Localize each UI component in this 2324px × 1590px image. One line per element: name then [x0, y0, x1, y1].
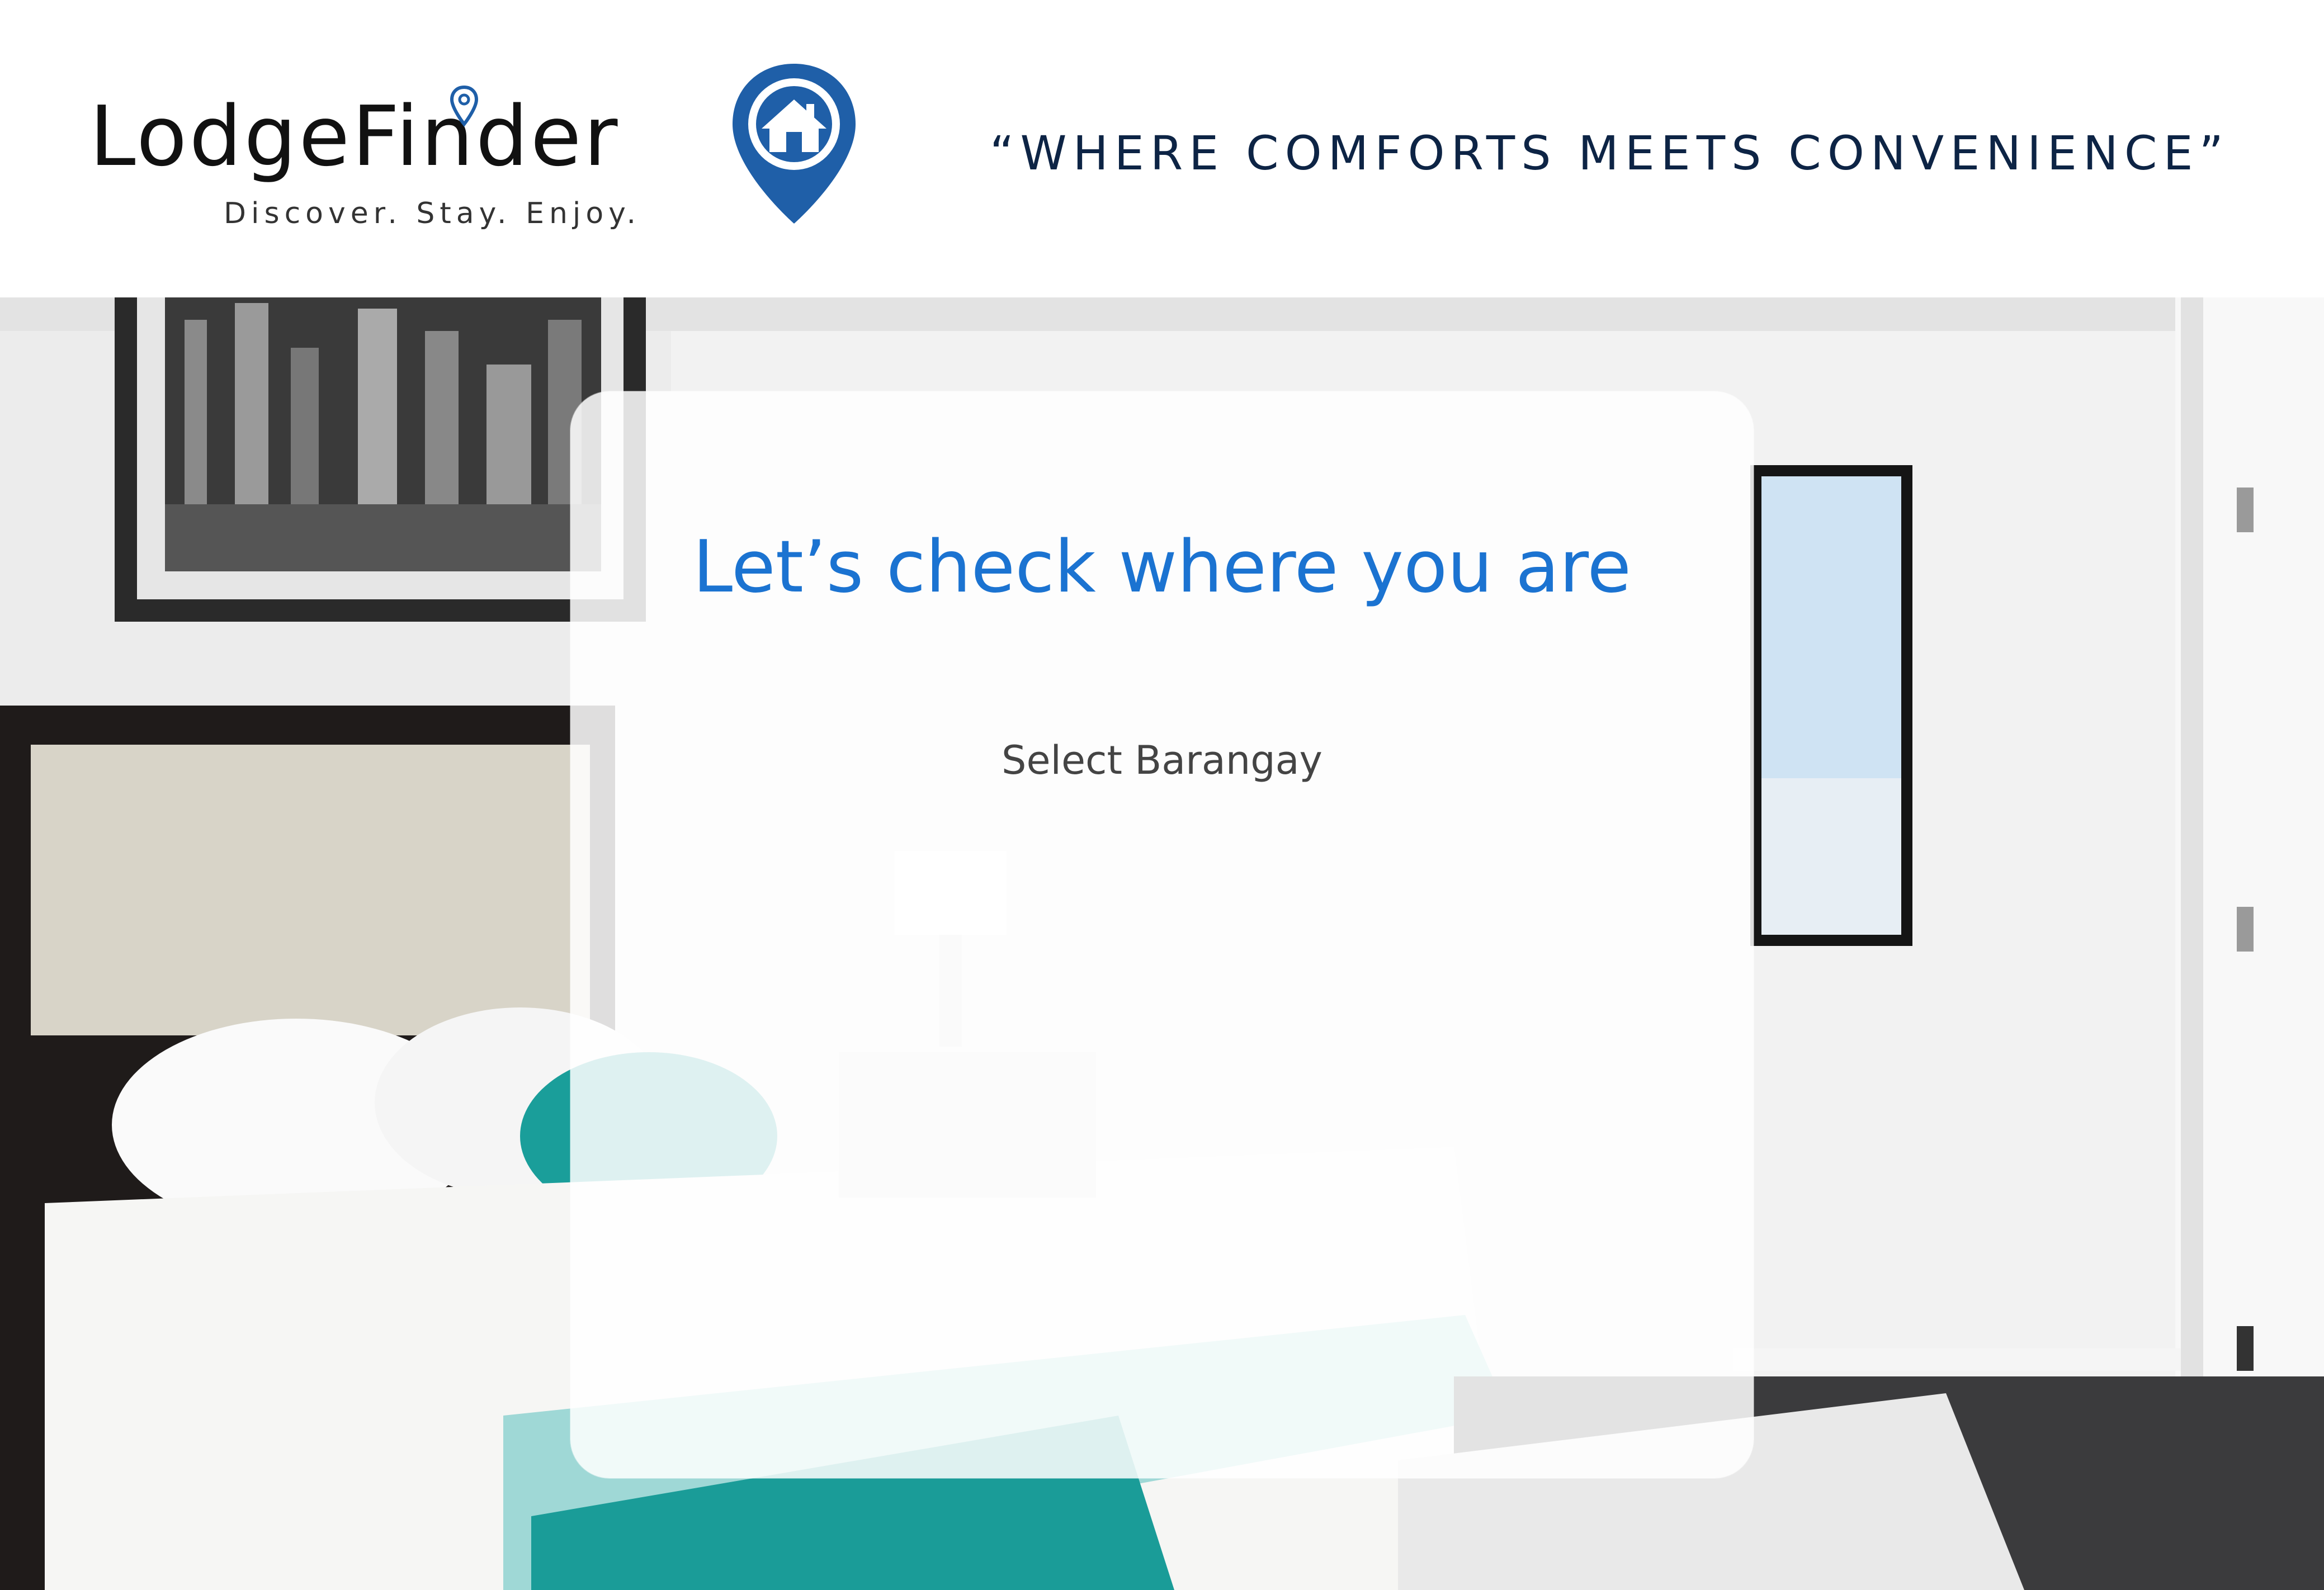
location-pin-icon	[450, 85, 479, 127]
logo-home-link[interactable]: LodgeFinder Discover. Stay. Enjoy.	[84, 50, 867, 252]
house-pin-icon	[733, 64, 856, 224]
header-slogan: “WHERE COMFORTS MEETS CONVENIENCE”	[990, 126, 2230, 181]
barangay-select-wrapper: Select Barangay	[938, 721, 1386, 799]
barangay-select[interactable]: Select Barangay	[938, 721, 1386, 799]
card-title: Let’s check where you are	[692, 526, 1632, 609]
site-header: LodgeFinder Discover. Stay. Enjoy. “WHER…	[0, 0, 2324, 297]
logo-tagline: Discover. Stay. Enjoy.	[224, 197, 641, 230]
page: LodgeFinder Discover. Stay. Enjoy. “WHER…	[0, 0, 2324, 1590]
logo-wordmark: LodgeFinder	[89, 88, 620, 184]
location-card: Let’s check where you are Select Baranga…	[570, 391, 1754, 1478]
